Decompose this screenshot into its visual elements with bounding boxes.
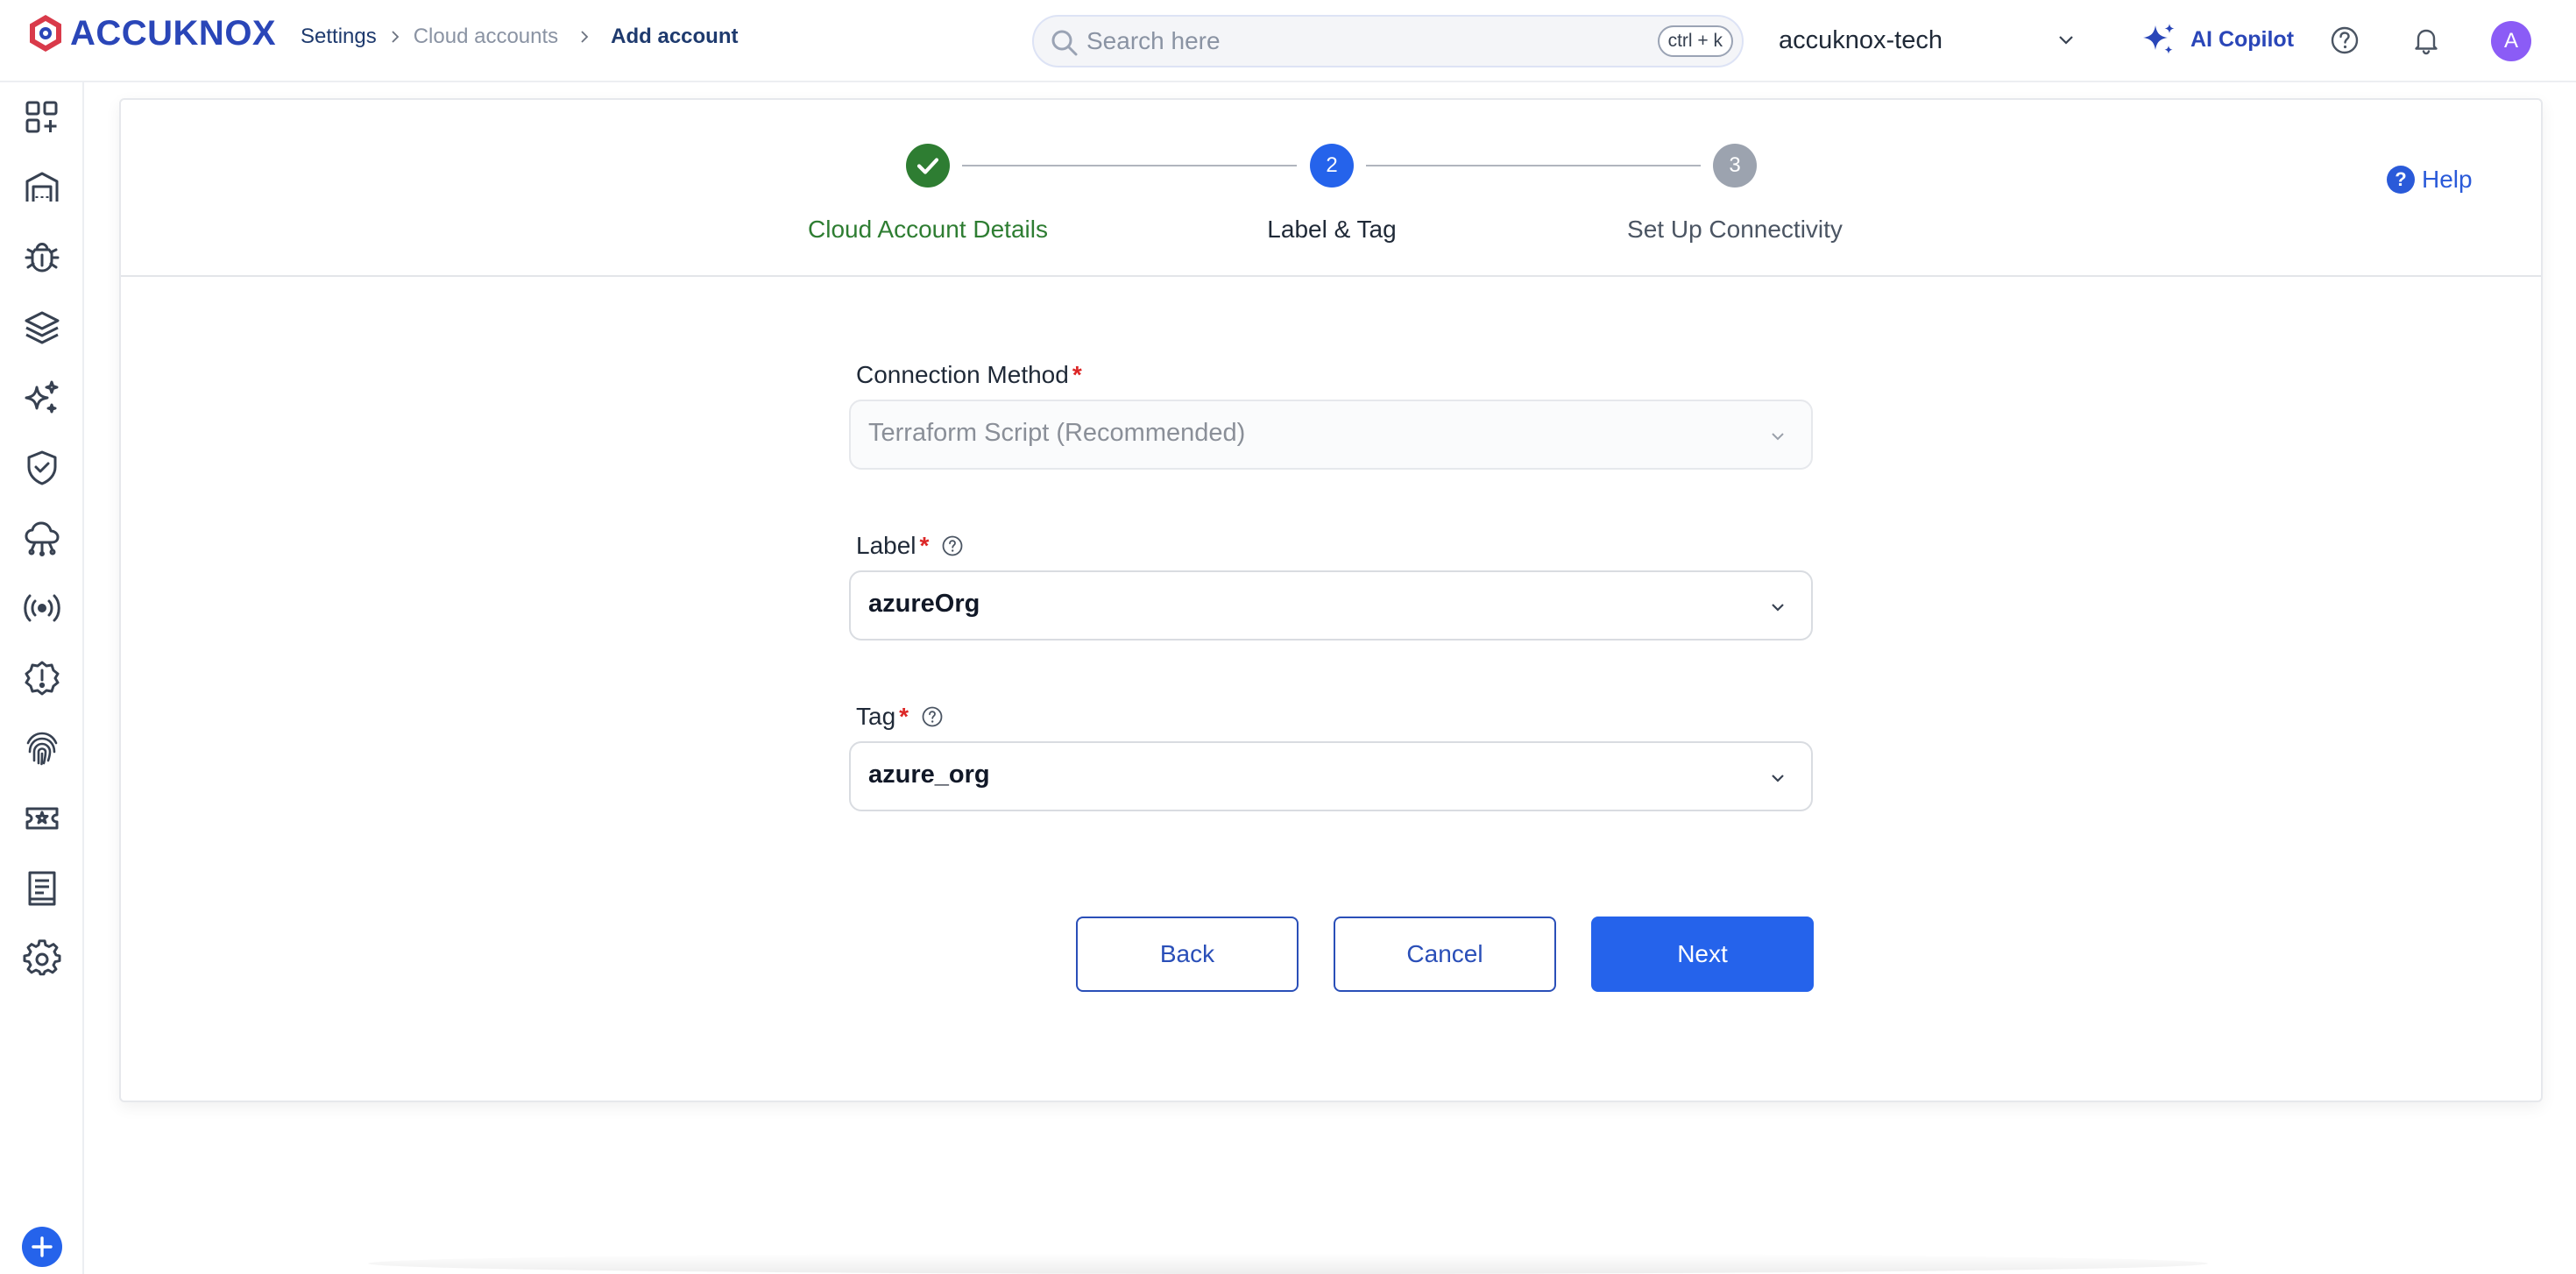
sparkles-icon [25,380,59,414]
sidebar-item-layers[interactable] [23,308,61,347]
org-name: accuknox-tech [1779,25,1943,54]
check-icon [916,158,939,174]
help-circle-icon[interactable] [921,705,944,728]
search-shortcut-badge: ctrl + k [1657,25,1733,57]
top-header: ACCUKNOX Settings Cloud accounts Add acc… [0,0,2576,82]
shield-check-icon [27,450,57,485]
sidebar-item-ai[interactable] [23,379,61,417]
alert-badge-icon [25,661,60,696]
bell-icon[interactable] [2410,25,2442,56]
sidebar-item-issues[interactable] [23,659,61,697]
required-mark: * [899,703,909,730]
report-icon [28,871,56,906]
tag-field-label: Tag * [856,703,944,731]
step-1-indicator [906,144,950,188]
step-3-indicator: 3 [1713,144,1757,188]
step-connector [1366,165,1701,166]
accuknox-logo[interactable]: ACCUKNOX [25,12,276,54]
back-button[interactable]: Back [1076,917,1299,992]
search-input[interactable] [1086,24,1612,59]
connection-method-label-text: Connection Method [856,361,1069,388]
breadcrumb-settings[interactable]: Settings [301,25,377,49]
layers-icon [25,311,60,344]
ai-copilot-button[interactable]: AI Copilot [2140,18,2294,61]
brand-name: ACCUKNOX [70,13,277,53]
chevron-down-icon [1772,775,1784,782]
required-mark: * [1072,361,1082,388]
label-value: azureOrg [868,590,980,618]
ticket-icon [25,807,59,830]
bug-icon [25,242,60,272]
sidebar-item-reports[interactable] [23,869,61,908]
settings-gear-icon [23,939,61,976]
breadcrumb-add-account: Add account [611,25,739,48]
chevron-right-icon [558,26,611,47]
tag-select[interactable]: azure_org [849,741,1813,811]
add-button[interactable] [22,1227,62,1267]
dashboard-add-icon [25,101,58,133]
connection-method-select[interactable]: Terraform Script (Recommended) [849,400,1813,470]
chevron-right-icon [377,26,414,47]
cancel-button[interactable]: Cancel [1334,917,1556,992]
step-1-label: Cloud Account Details [808,216,1048,243]
help-circle-icon[interactable] [941,534,964,557]
stepper: 2 3 Cloud Account Details Label & Tag Se… [121,100,2541,277]
plus-circle-icon [32,1236,53,1257]
required-mark: * [919,532,930,559]
sparkle-icon [2143,24,2175,54]
sidebar-item-settings[interactable] [23,939,61,978]
garage-icon [25,172,59,202]
help-icon: ? [2387,166,2415,194]
connection-method-value: Terraform Script (Recommended) [868,419,1246,447]
sidebar-item-dashboard[interactable] [23,98,61,137]
ai-copilot-label: AI Copilot [2190,26,2295,52]
sidebar-item-monitoring[interactable] [23,589,61,627]
help-link[interactable]: ? Help [2387,166,2473,194]
search-icon [1051,30,1078,56]
sidebar-item-tickets[interactable] [23,799,61,838]
step-3-label: Set Up Connectivity [1627,216,1843,243]
sidebar-item-inventory[interactable] [23,168,61,207]
step-2-indicator: 2 [1310,144,1354,188]
breadcrumb: Settings Cloud accounts Add account [301,25,739,49]
breadcrumb-cloud-accounts[interactable]: Cloud accounts [414,25,558,49]
connection-method-label: Connection Method * [856,361,1082,389]
label-field-label: Label * [856,532,964,560]
chevron-down-icon [2059,36,2073,45]
broadcast-icon [24,594,60,622]
help-label: Help [2422,166,2473,193]
label-field-label-text: Label [856,532,916,559]
accuknox-logo-icon [30,15,61,52]
org-selector[interactable]: accuknox-tech [1779,21,2077,60]
sidebar-item-cloud[interactable] [23,519,61,557]
step-connector [962,165,1297,166]
next-button[interactable]: Next [1591,917,1814,992]
global-search[interactable]: ctrl + k [1032,15,1744,67]
label-select[interactable]: azureOrg [849,570,1813,641]
tag-value: azure_org [868,761,990,789]
help-circle-icon[interactable] [2329,25,2360,56]
chevron-down-icon [1772,604,1784,612]
sidebar-item-vulnerabilities[interactable] [23,238,61,277]
tag-field-label-text: Tag [856,703,896,730]
sidebar [0,82,84,1274]
fingerprint-icon [26,732,58,766]
user-avatar[interactable]: A [2491,21,2531,61]
sidebar-item-compliance[interactable] [23,449,61,487]
page-footer-shadow [368,1253,2208,1274]
step-2-label: Label & Tag [1267,216,1397,243]
cloud-network-icon [25,521,60,556]
sidebar-item-identity[interactable] [23,729,61,768]
chevron-down-icon [1772,433,1784,441]
add-account-card: 2 3 Cloud Account Details Label & Tag Se… [119,98,2543,1102]
